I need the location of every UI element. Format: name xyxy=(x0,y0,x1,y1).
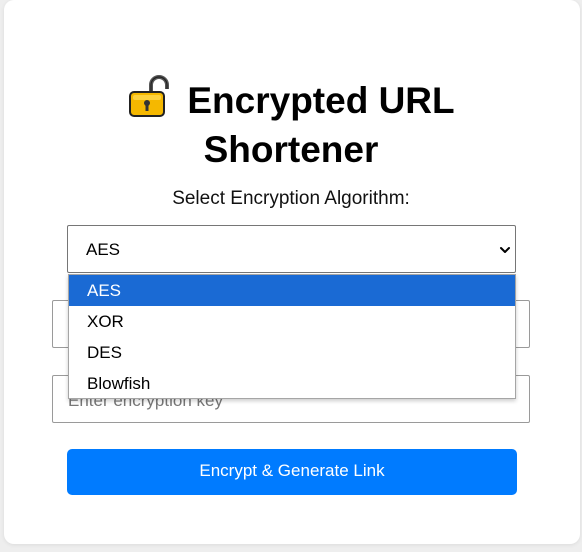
algorithm-dropdown-list: AES XOR DES Blowfish xyxy=(68,274,516,399)
title-line-1: Encrypted URL xyxy=(187,80,455,121)
chevron-down-icon xyxy=(499,243,511,261)
title-line-2: Shortener xyxy=(203,129,379,170)
option-blowfish[interactable]: Blowfish xyxy=(69,368,515,399)
lock-icon xyxy=(127,72,173,128)
page-title: Encrypted URL Shortener xyxy=(0,72,582,172)
option-aes[interactable]: AES xyxy=(69,275,515,306)
algorithm-selected-value: AES xyxy=(86,240,121,259)
algorithm-select[interactable]: AES xyxy=(67,225,516,273)
algorithm-label: Select Encryption Algorithm: xyxy=(172,188,410,209)
option-xor[interactable]: XOR xyxy=(69,306,515,337)
encrypt-generate-button[interactable]: Encrypt & Generate Link xyxy=(67,449,517,495)
option-des[interactable]: DES xyxy=(69,337,515,368)
